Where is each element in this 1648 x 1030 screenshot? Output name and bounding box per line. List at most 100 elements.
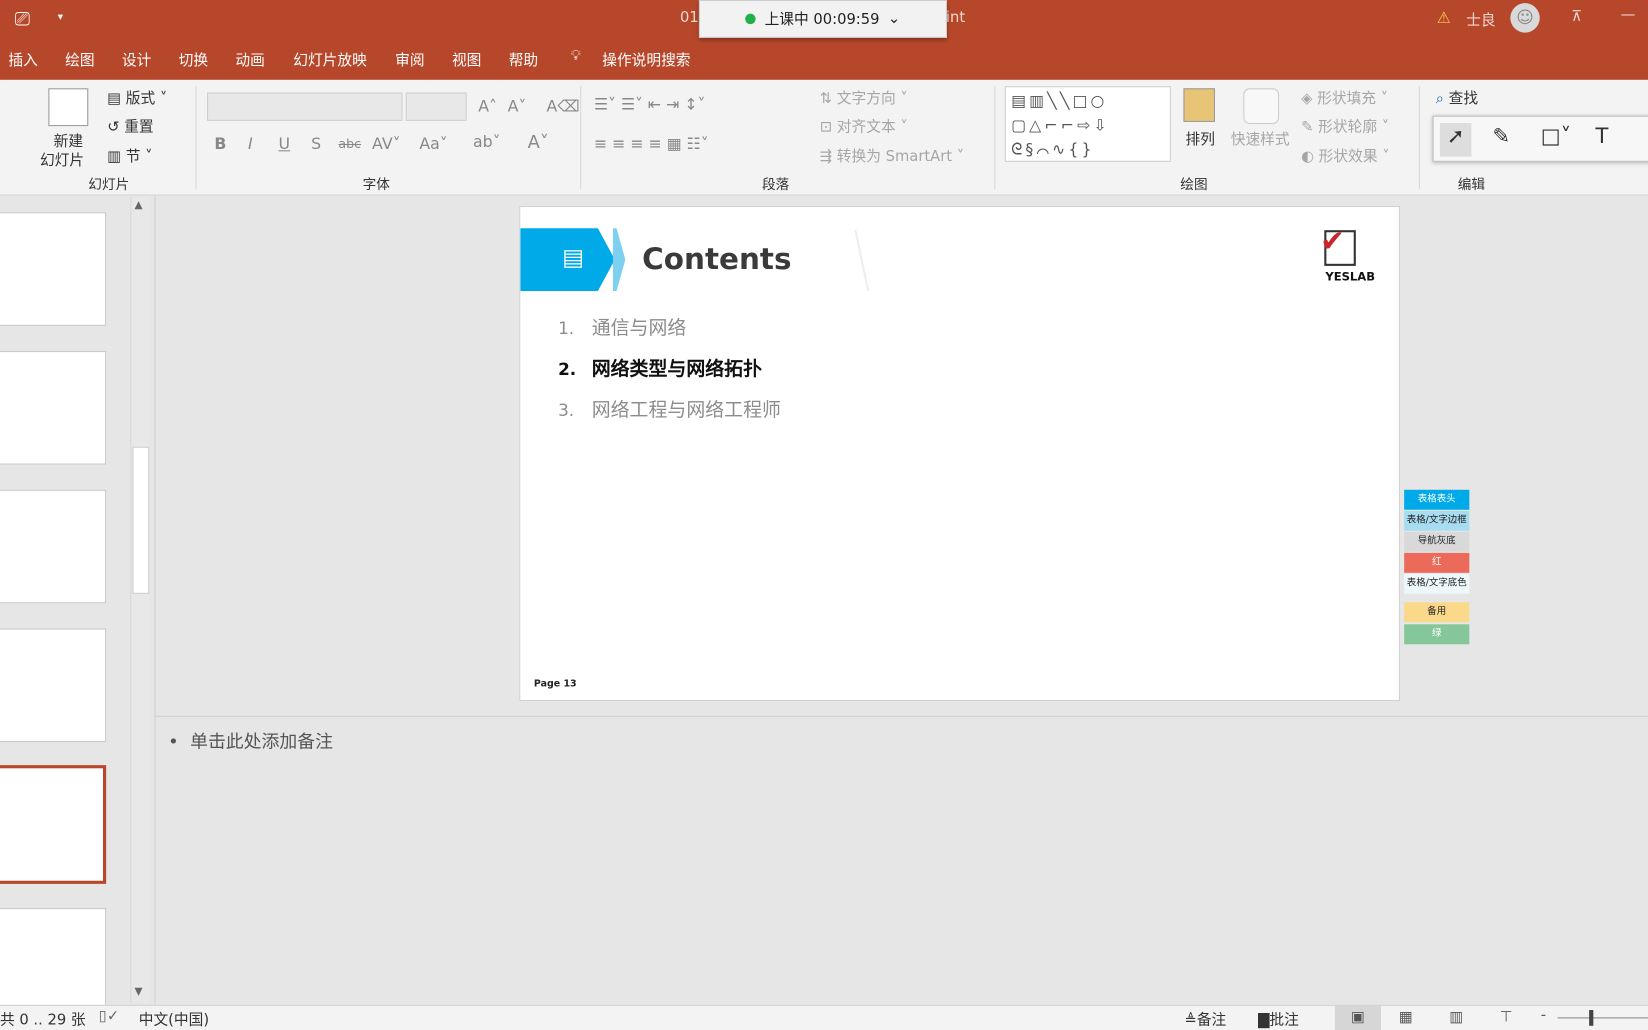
shape-outline-label: 形状轮廓 xyxy=(1318,118,1378,136)
layout-label: 版式 xyxy=(125,90,156,108)
class-timer[interactable]: 上课中 00:09:59 ⌄ xyxy=(698,0,947,38)
shape-fill-button[interactable]: ◈ 形状填充 ˅ xyxy=(1301,87,1388,108)
chevron-down-icon: ⌄ xyxy=(887,10,901,28)
tab-draw[interactable]: 绘图 xyxy=(65,49,94,70)
highlight-icon[interactable]: ab˅ xyxy=(473,132,501,151)
slide-thumbnail-selected[interactable] xyxy=(0,765,107,884)
tab-design[interactable]: 设计 xyxy=(122,49,151,70)
user-name[interactable]: 士良 xyxy=(1466,9,1495,30)
shape-outline-button[interactable]: ✎ 形状轮廓 ˅ xyxy=(1301,116,1389,137)
swatch: 红 xyxy=(1404,552,1470,573)
arrange-button[interactable]: 排列 xyxy=(1186,128,1215,149)
text-direction-label: 文字方向 xyxy=(836,90,896,108)
shape-fill-label: 形状填充 xyxy=(1317,90,1377,108)
align-icons[interactable]: ≡ ≡ ≡ ≡ ▦ ☷˅ xyxy=(594,135,709,154)
text-direction-button[interactable]: ⇅ 文字方向 ˅ xyxy=(820,87,908,108)
qat-customize-icon[interactable]: ▾ xyxy=(58,12,63,24)
tab-insert[interactable]: 插入 xyxy=(8,49,37,70)
convert-smartart-button[interactable]: ⇶ 转换为 SmartArt ˅ xyxy=(820,145,964,166)
scroll-up-icon[interactable]: ▲ xyxy=(135,200,143,212)
slide-thumbnail[interactable] xyxy=(0,351,107,465)
comments-label: 批注 xyxy=(1269,1012,1299,1029)
app-name: int xyxy=(945,9,966,27)
underline-icon[interactable]: U xyxy=(279,135,291,154)
warning-icon[interactable]: ⚠ xyxy=(1437,8,1451,27)
shapes-gallery[interactable]: ▤▥╲╲□○ ▢△⌐⌐⇨⇩ ᘓ§⌒∿{} xyxy=(1004,86,1171,162)
shape-effects-button[interactable]: ◐ 形状效果 ˅ xyxy=(1301,145,1389,166)
char-spacing-icon[interactable]: AV˅ xyxy=(372,135,400,154)
language[interactable]: 中文(中国) xyxy=(139,1009,209,1030)
slide-thumbnail[interactable] xyxy=(0,212,107,326)
pen-icon[interactable]: ✎ xyxy=(1492,123,1510,148)
convert-smartart-label: 转换为 SmartArt xyxy=(836,148,953,166)
comments-button[interactable]: ▇批注 xyxy=(1258,1009,1299,1030)
thumbnail-scrollbar[interactable]: ▲ ▼ xyxy=(130,197,150,1003)
slide-thumbnail[interactable] xyxy=(0,489,107,604)
reading-view-icon[interactable]: ▥ xyxy=(1449,1009,1463,1026)
strikethrough-icon[interactable]: abc xyxy=(338,137,361,152)
bullets-icon[interactable]: ☰˅ ☰˅ ⇤ ⇥ ↕˅ xyxy=(594,95,706,114)
swatch: 表格/文字边框 xyxy=(1404,510,1470,531)
spellcheck-icon[interactable]: ▯✓ xyxy=(99,1008,119,1025)
italic-icon[interactable]: I xyxy=(248,135,253,154)
arrange-icon[interactable] xyxy=(1183,88,1215,122)
font-color-icon[interactable]: A˅ xyxy=(528,132,549,153)
zoom-slider-thumb[interactable] xyxy=(1589,1010,1594,1026)
notes-label: 备注 xyxy=(1196,1012,1227,1029)
reset-button[interactable]: ↺ 重置 xyxy=(107,116,153,137)
lightbulb-icon: 💡︎ xyxy=(570,47,582,65)
font-size-input[interactable] xyxy=(405,92,467,121)
group-label-font: 字体 xyxy=(362,177,390,194)
section-button[interactable]: ▥ 节 ˅ xyxy=(107,145,152,166)
pointer-icon[interactable]: ➚ xyxy=(1439,122,1472,157)
title-bar: ⎚ ▾ 01 int ⚠ 士良 ☺ ⊼ — 上课中 00:09:59 ⌄ 插入 绘… xyxy=(0,0,1648,80)
tab-review[interactable]: 审阅 xyxy=(395,49,424,70)
file-name: 01 xyxy=(680,9,699,27)
zoom-slider[interactable] xyxy=(1557,1017,1648,1019)
notes-placeholder[interactable]: • 单击此处添加备注 xyxy=(168,726,333,753)
notes-button[interactable]: ≜备注 xyxy=(1184,1009,1226,1030)
item-number: 1. xyxy=(558,318,575,339)
ribbon-display-icon[interactable]: ⊼ xyxy=(1571,8,1582,25)
align-text-button[interactable]: ⊡ 对齐文本 ˅ xyxy=(820,116,908,137)
clear-format-icon[interactable]: A⌫ xyxy=(547,97,580,116)
shadow-icon[interactable]: S xyxy=(311,135,321,154)
slideshow-icon[interactable]: ⎚ xyxy=(15,8,30,30)
tab-slideshow[interactable]: 幻灯片放映 xyxy=(293,49,367,70)
minimize-icon[interactable]: — xyxy=(1621,6,1636,23)
text-tool-icon[interactable]: T xyxy=(1595,123,1608,148)
change-case-icon[interactable]: Aa˅ xyxy=(419,135,447,154)
find-button[interactable]: ⌕ 查找 xyxy=(1436,87,1478,108)
quick-styles-icon[interactable] xyxy=(1243,88,1280,125)
slideshow-view-icon[interactable]: ⊤ xyxy=(1500,1009,1513,1026)
tell-me-search[interactable]: 操作说明搜索 xyxy=(602,49,690,70)
ribbon: 新建 幻灯片 ▤ 版式 ˅ ↺ 重置 ▥ 节 ˅ 幻灯片 A˄ A˅ A⌫ B … xyxy=(0,79,1648,196)
decrease-font-icon[interactable]: A˅ xyxy=(508,97,527,116)
new-slide-button[interactable]: 新建 xyxy=(54,130,83,151)
tab-transitions[interactable]: 切换 xyxy=(179,49,208,70)
increase-font-icon[interactable]: A˄ xyxy=(478,97,497,116)
new-slide-label[interactable]: 幻灯片 xyxy=(40,149,84,170)
group-label-editing: 编辑 xyxy=(1457,177,1486,194)
tab-view[interactable]: 视图 xyxy=(452,49,481,70)
zoom-out-icon[interactable]: - xyxy=(1541,1007,1546,1024)
normal-view-icon[interactable]: ▣ xyxy=(1334,1005,1382,1030)
scroll-down-icon[interactable]: ▼ xyxy=(135,986,143,998)
slide-canvas[interactable]: ▤ Contents ✔ YESLAB 1. 通信与网络 2. 网络类型与网络拓扑 … xyxy=(519,205,1400,702)
contents-item: 1. 通信与网络 xyxy=(558,308,781,349)
bold-icon[interactable]: B xyxy=(214,135,226,154)
new-slide-icon[interactable] xyxy=(48,88,89,127)
rectangle-icon[interactable]: □˅ xyxy=(1541,123,1571,148)
font-name-input[interactable] xyxy=(207,92,403,121)
scrollbar-thumb[interactable] xyxy=(132,446,150,594)
swatch: 表格/文字底色 xyxy=(1404,573,1470,594)
notes-pane[interactable]: • 单击此处添加备注 xyxy=(155,715,1648,1005)
avatar[interactable]: ☺ xyxy=(1510,3,1540,33)
slide-thumbnail[interactable] xyxy=(0,628,107,743)
quick-styles-button[interactable]: 快速样式 xyxy=(1231,128,1290,149)
slide-sorter-icon[interactable]: ▦ xyxy=(1399,1009,1413,1026)
item-text: 网络工程与网络工程师 xyxy=(591,399,781,422)
layout-button[interactable]: ▤ 版式 ˅ xyxy=(107,87,167,108)
tab-help[interactable]: 帮助 xyxy=(509,49,538,70)
tab-animations[interactable]: 动画 xyxy=(235,49,264,70)
